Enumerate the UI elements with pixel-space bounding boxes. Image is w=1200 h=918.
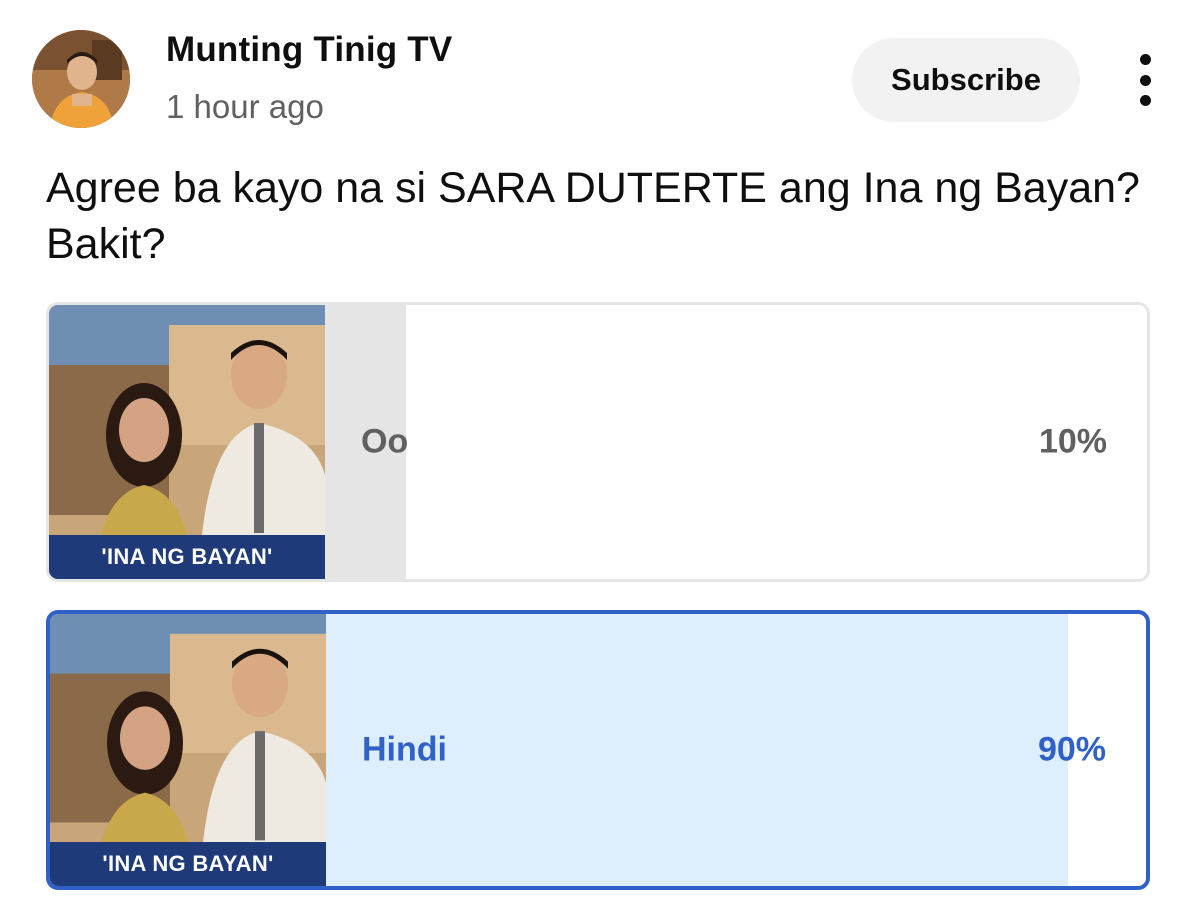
option-label: Hindi: [362, 730, 447, 769]
thumbnail-caption: 'INA NG BAYAN': [50, 842, 326, 886]
channel-avatar[interactable]: [32, 30, 130, 128]
option-percent: 90%: [1037, 730, 1106, 769]
more-dot: [1139, 74, 1151, 86]
poll-question: Agree ba kayo na si SARA DUTERTE ang Ina…: [46, 164, 1140, 268]
option-label: Oo: [361, 422, 409, 461]
option-percent: 10%: [1038, 422, 1107, 461]
option-thumbnail: 'INA NG BAYAN': [49, 305, 325, 579]
option-thumbnail: 'INA NG BAYAN': [50, 614, 326, 886]
thumbnail-caption: 'INA NG BAYAN': [49, 535, 325, 579]
post-timestamp: 1 hour ago: [166, 88, 324, 125]
subscribe-button[interactable]: Subscribe: [852, 38, 1080, 122]
more-vert-icon[interactable]: [1128, 54, 1162, 106]
poll-option-hindi[interactable]: 'INA NG BAYAN' Hindi 90%: [46, 610, 1150, 890]
more-dot: [1139, 54, 1151, 65]
poll-option-oo[interactable]: 'INA NG BAYAN' Oo 10%: [46, 302, 1150, 582]
more-dot: [1139, 95, 1151, 106]
channel-name[interactable]: Munting Tinig TV: [166, 30, 452, 70]
avatar-image: [32, 30, 130, 128]
